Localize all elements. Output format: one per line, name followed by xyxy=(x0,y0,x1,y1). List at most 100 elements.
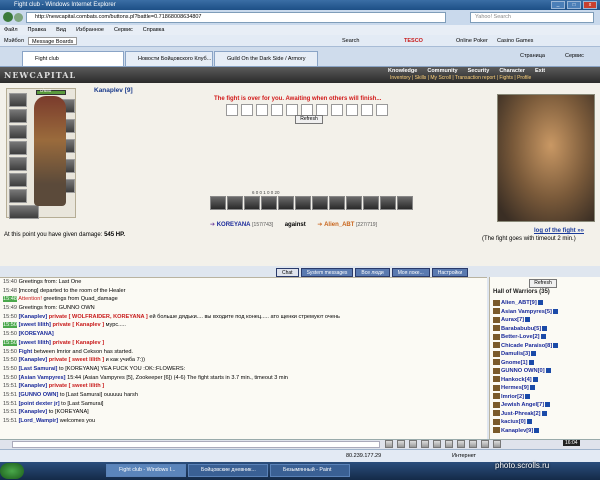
enemy-player[interactable]: Alien_ABT xyxy=(324,222,354,228)
mailbox-link[interactable]: Мэйбол xyxy=(4,35,24,47)
search-input[interactable]: Yahoo! Search xyxy=(470,12,594,23)
player-list-item[interactable]: Kanaplev[9] xyxy=(493,427,540,435)
exit-icon[interactable] xyxy=(493,440,501,448)
filter-icon[interactable] xyxy=(409,440,417,448)
chat-nick[interactable]: [GUNNO OWN] xyxy=(19,392,59,398)
scroll-icon[interactable] xyxy=(469,440,477,448)
info-icon[interactable] xyxy=(537,300,543,305)
skill-icon[interactable] xyxy=(210,196,226,210)
skill-icon[interactable] xyxy=(380,196,396,210)
page-menu[interactable]: Страница xyxy=(520,53,545,59)
info-icon[interactable] xyxy=(542,325,548,331)
player-name[interactable]: Barababubu[5] xyxy=(501,326,541,332)
hit-zone[interactable] xyxy=(331,104,343,116)
player-list-item[interactable]: Asian Vampyres[5] xyxy=(493,308,558,316)
chat-nick[interactable]: [Kanaplev] xyxy=(19,383,48,389)
chat-nick[interactable]: [point dexter jr] xyxy=(19,401,60,407)
settings-icon[interactable] xyxy=(457,440,465,448)
info-icon[interactable] xyxy=(553,342,559,348)
info-icon[interactable] xyxy=(541,410,547,416)
player-name[interactable]: Jewish Angel[7] xyxy=(501,402,544,408)
player-list-item[interactable]: Imrior[2] xyxy=(493,393,531,401)
player-name[interactable]: Asian Vampyres[5] xyxy=(501,309,552,315)
list-refresh-button[interactable]: Refresh xyxy=(529,279,557,288)
chat-nick[interactable]: [sweet lilith] xyxy=(19,322,51,328)
player-name[interactable]: Alien_ABT[9] xyxy=(501,300,537,306)
player-name[interactable]: Damulis[3] xyxy=(501,351,530,357)
boots-slot[interactable] xyxy=(9,205,39,219)
player-list-item[interactable]: Alien_ABT[9] xyxy=(493,299,543,307)
player-list-item[interactable]: kaciux[0] xyxy=(493,418,532,426)
tab-guild[interactable]: Guild On the Dark Side / Armory xyxy=(214,51,318,66)
hit-zone[interactable] xyxy=(226,104,238,116)
history-icon[interactable] xyxy=(445,440,453,448)
menu-edit[interactable]: Правка xyxy=(28,25,47,35)
info-icon[interactable] xyxy=(529,385,535,390)
info-icon[interactable] xyxy=(532,376,538,382)
search-link[interactable]: Search xyxy=(342,35,359,47)
player-name[interactable]: Gnome[1] xyxy=(501,360,528,366)
info-icon[interactable] xyxy=(525,393,531,399)
hit-zone[interactable] xyxy=(241,104,253,116)
amulet-slot[interactable] xyxy=(9,109,27,123)
player-list-item[interactable]: Damulis[3] xyxy=(493,350,537,358)
chat-time[interactable]: 15:51 xyxy=(3,418,17,424)
chat-nick[interactable]: [Last Samurai] xyxy=(19,366,58,372)
chat-private-target[interactable]: private [ Kanaplev ] xyxy=(52,340,104,346)
skill-icon[interactable] xyxy=(397,196,413,210)
player-list-item[interactable]: GUNNO OWN[0] xyxy=(493,367,551,375)
menu-community[interactable]: Community xyxy=(427,68,457,74)
skill-icon[interactable] xyxy=(278,196,294,210)
info-icon[interactable] xyxy=(545,402,551,407)
chat-time[interactable]: 15:50 xyxy=(3,366,17,372)
info-icon[interactable] xyxy=(545,368,551,373)
taskbar-item-diary[interactable]: Бойцовские дневник... xyxy=(188,464,268,477)
player-name[interactable]: Kanaplev[9] xyxy=(501,428,533,434)
info-icon[interactable] xyxy=(552,308,558,314)
clear-icon[interactable] xyxy=(397,440,405,448)
maximize-button[interactable]: □ xyxy=(567,1,581,9)
chat-time[interactable]: 15:50 xyxy=(3,322,17,329)
sound-icon[interactable] xyxy=(421,440,429,448)
tab-settings[interactable]: Настройки xyxy=(431,268,469,277)
tesco-link[interactable]: TESCO xyxy=(404,35,423,47)
tab-chat[interactable]: Chat xyxy=(276,268,299,277)
hit-zone[interactable] xyxy=(361,104,373,116)
info-icon[interactable] xyxy=(540,334,546,339)
chat-time[interactable]: 15:51 xyxy=(3,409,17,415)
skill-icon[interactable] xyxy=(312,196,328,210)
chat-nick[interactable]: Fight xyxy=(19,349,33,355)
helmet-slot[interactable] xyxy=(9,93,27,107)
chat-time[interactable]: 15:50 xyxy=(3,349,17,355)
player-name[interactable]: Hankock[4] xyxy=(501,377,532,383)
menu-knowledge[interactable]: Knowledge xyxy=(388,68,417,74)
armor-slot[interactable] xyxy=(9,141,27,155)
player-list-item[interactable]: Chicade Paraiso[8] xyxy=(493,342,559,350)
address-input[interactable]: http://newcapital.combats.com/buttons.pl… xyxy=(26,12,446,23)
taskbar-item-ie[interactable]: Fight club - Windows I... xyxy=(106,464,186,477)
info-icon[interactable] xyxy=(534,427,540,433)
chat-private-target[interactable]: private [ Kanaplev ] xyxy=(52,322,104,328)
chat-time[interactable]: 15:48 xyxy=(3,288,17,294)
chat-nick[interactable]: [Asian Vampyres] xyxy=(19,375,66,381)
translit-icon[interactable] xyxy=(433,440,441,448)
skill-icon[interactable] xyxy=(261,196,277,210)
menu-exit[interactable]: Exit xyxy=(535,68,545,74)
chat-time[interactable]: 15:40 xyxy=(3,279,17,285)
hit-zone[interactable] xyxy=(346,104,358,116)
chat-time[interactable]: 15:48 xyxy=(3,296,17,303)
menu-tools[interactable]: Сервис xyxy=(114,25,133,35)
fight-refresh-button[interactable]: Refresh xyxy=(295,115,323,124)
fight-log-link[interactable]: log of the fight »» xyxy=(534,228,584,234)
chat-input[interactable] xyxy=(12,441,380,448)
tab-all-people[interactable]: Все люди xyxy=(355,268,390,277)
game-submenu[interactable]: Inventory | Skills | My Scroll | Transac… xyxy=(390,75,531,81)
chat-time[interactable]: 15:50 xyxy=(3,339,17,346)
chat-nick[interactable]: [Kanaplev] xyxy=(19,357,48,363)
hit-zone[interactable] xyxy=(271,104,283,116)
chat-nick[interactable]: [Lord_Wampir] xyxy=(19,418,59,424)
menu-file[interactable]: Файл xyxy=(4,25,18,35)
menu-help[interactable]: Справка xyxy=(143,25,165,35)
hit-zone[interactable] xyxy=(256,104,268,116)
player-name[interactable]: Hermes[9] xyxy=(501,385,529,391)
